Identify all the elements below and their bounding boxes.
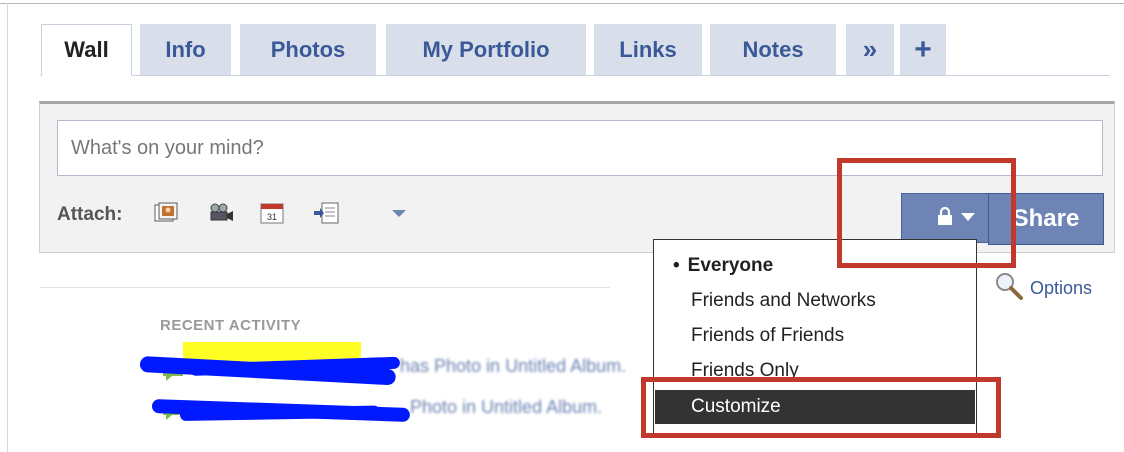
tab-notes[interactable]: Notes (710, 24, 836, 75)
menu-item-customize[interactable]: Customize (655, 390, 975, 424)
tab-photos[interactable]: Photos (240, 24, 376, 75)
profile-tab-bar: Wall Info Photos My Portfolio Links Note… (40, 24, 1110, 76)
tab-wall[interactable]: Wall (41, 24, 132, 76)
tab-links[interactable]: Links (594, 24, 702, 75)
chevron-down-icon (961, 209, 975, 227)
attach-label: Attach: (57, 204, 123, 225)
menu-item-friends-and-networks[interactable]: Friends and Networks (655, 284, 975, 318)
window-left-border (7, 3, 8, 452)
options-label: Options (1030, 278, 1093, 298)
feed-item: Photo in Untitled Album. (151, 397, 630, 422)
svg-text:31: 31 (267, 212, 277, 222)
tab-my-portfolio[interactable]: My Portfolio (386, 24, 586, 75)
recent-activity-heading: RECENT ACTIVITY (160, 317, 302, 334)
feed-item-text: has Photo in Untitled Album. (400, 356, 627, 376)
tab-add-plus[interactable]: + (900, 24, 946, 75)
magnifier-icon (994, 271, 1024, 306)
options-link[interactable]: Options (994, 271, 1092, 306)
selected-bullet-icon: • (673, 255, 680, 276)
photo-icon[interactable] (153, 201, 179, 225)
status-composer: What's on your mind? Attach: 31 Share (39, 101, 1115, 253)
feed-divider (40, 287, 610, 288)
window-top-border (0, 3, 1124, 4)
privacy-dropdown-menu: • Everyone Friends and Networks Friends … (653, 239, 977, 435)
attach-more-chevron-down-icon[interactable] (390, 204, 408, 222)
menu-item-friends-of-friends[interactable]: Friends of Friends (655, 319, 975, 353)
feed-item-text: Photo in Untitled Album. (410, 397, 603, 417)
feed-item: has Photo in Untitled Album. (139, 356, 630, 386)
tab-more-chevron[interactable]: » (846, 24, 894, 75)
event-icon[interactable]: 31 (259, 201, 285, 225)
menu-item-everyone[interactable]: • Everyone (655, 249, 975, 283)
lock-icon (937, 206, 953, 231)
tab-info[interactable]: Info (140, 24, 231, 75)
link-icon[interactable] (313, 201, 339, 225)
status-input[interactable]: What's on your mind? (57, 120, 1103, 176)
menu-item-friends-only[interactable]: Friends Only (655, 354, 975, 388)
share-button[interactable]: Share (988, 193, 1104, 245)
video-icon[interactable] (208, 201, 234, 225)
menu-item-label: Everyone (687, 255, 774, 276)
